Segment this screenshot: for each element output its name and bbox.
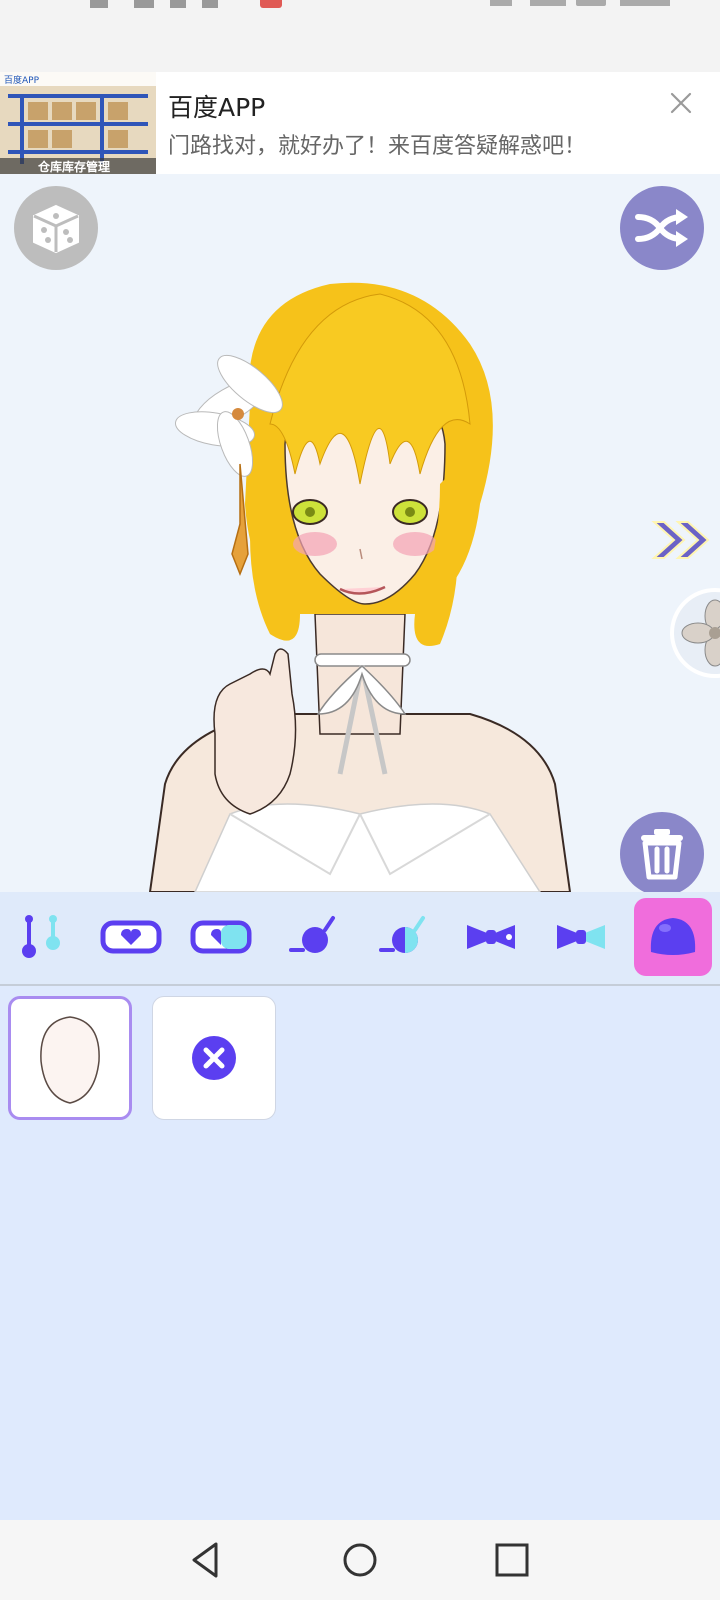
ad-thumbnail[interactable]: 百度APP 仓库库存管理 [0,72,156,174]
face-base-icon [40,1016,100,1104]
bow-icon [467,925,515,949]
tab-hairpin-alt[interactable] [362,898,440,976]
ad-title[interactable]: 百度APP [168,88,265,124]
category-toolbar [0,892,720,986]
tab-hairpin[interactable] [272,898,350,976]
pin-ball-icon [289,916,335,953]
tab-choker[interactable] [92,898,170,976]
double-chevron-right-icon[interactable] [650,518,714,562]
trash-button[interactable] [620,812,704,892]
pin-half-icon [379,916,425,953]
home-icon[interactable] [338,1538,382,1582]
ad-banner[interactable]: 百度APP 仓库库存管理 百度APP 门路找对，就好办了！来百度答疑解惑吧！ [0,72,720,174]
flower-icon [681,599,720,667]
back-icon[interactable] [184,1538,228,1582]
bow-half-icon [557,925,605,949]
tab-hair-base[interactable] [634,898,712,976]
ad-thumbnail-caption: 仓库库存管理 [38,160,111,174]
shuffle-button[interactable] [620,186,704,270]
dice-icon [33,204,79,254]
ad-thumbnail-brand: 百度APP [4,76,40,86]
status-icons-left [90,0,282,8]
recents-icon[interactable] [490,1538,534,1582]
tab-choker-alt[interactable] [182,898,260,976]
tab-earrings[interactable] [2,898,80,976]
tab-bow-alt[interactable] [542,898,620,976]
heart-choker-icon [100,920,162,954]
status-bar [0,0,720,72]
character-stage [0,174,720,892]
choker-half-icon [190,920,252,954]
trash-icon [641,829,683,880]
tab-bow[interactable] [452,898,530,976]
close-icon[interactable] [668,90,694,116]
status-icons-right [490,0,670,6]
system-nav-bar [0,1520,720,1600]
blob-hair-icon [650,918,696,955]
shuffle-icon [635,209,688,247]
options-panel [0,986,720,1520]
option-face-base[interactable] [8,996,132,1120]
ad-subtitle[interactable]: 门路找对，就好办了！来百度答疑解惑吧！ [168,128,586,160]
option-remove[interactable] [152,996,276,1120]
character-illustration [148,282,572,892]
remove-icon [192,1036,236,1080]
earring-dangle-icon [22,915,60,958]
dice-button[interactable] [14,186,98,270]
